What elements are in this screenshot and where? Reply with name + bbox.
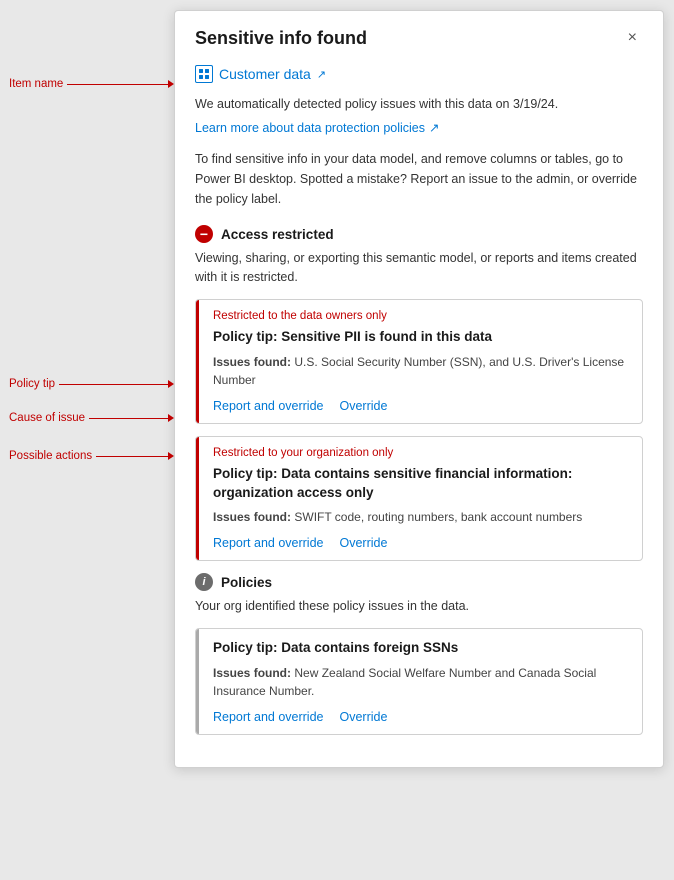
policies-issues-found: Issues found: New Zealand Social Welfare… [213,664,628,700]
policy-tip-title-2: Policy tip: Data contains sensitive fina… [213,465,628,503]
auto-detect-text: We automatically detected policy issues … [195,95,643,114]
report-override-link-3[interactable]: Report and override [213,710,323,724]
access-restricted-header: Access restricted [195,225,643,243]
policies-card: Policy tip: Data contains foreign SSNs I… [195,628,643,735]
cause-annotation: Cause of issue [9,412,85,424]
restriction-label-2: Restricted to your organization only [213,447,628,459]
policy-tip-title-1: Policy tip: Sensitive PII is found in th… [213,328,628,347]
restriction-label-1: Restricted to the data owners only [213,310,628,322]
policy-tip-annotation: Policy tip [9,378,55,390]
item-name-link[interactable]: Customer data [219,66,311,82]
override-link-2[interactable]: Override [339,536,387,550]
override-link-3[interactable]: Override [339,710,387,724]
report-override-link-2[interactable]: Report and override [213,536,323,550]
policy-card-1: Restricted to the data owners only Polic… [195,299,643,424]
item-name-annotation: Item name [9,78,63,90]
learn-more-link[interactable]: Learn more about data protection policie… [195,120,440,135]
info-icon: i [195,573,213,591]
policies-tip-title: Policy tip: Data contains foreign SSNs [213,639,628,658]
panel-header: Sensitive info found × [175,11,663,61]
policy-card-2: Restricted to your organization only Pol… [195,436,643,562]
card-actions-2: Report and override Override [213,536,628,550]
policies-card-actions: Report and override Override [213,710,628,724]
override-link-1[interactable]: Override [339,399,387,413]
issues-found-1: Issues found: U.S. Social Security Numbe… [213,353,628,389]
restricted-icon [195,225,213,243]
close-button[interactable]: × [622,27,643,49]
actions-annotation: Possible actions [9,450,92,462]
report-override-link-1[interactable]: Report and override [213,399,323,413]
panel-title: Sensitive info found [195,28,367,49]
find-desc-text: To find sensitive info in your data mode… [195,149,643,209]
sensitive-info-panel: Sensitive info found × Customer data ↗ W [174,10,664,768]
access-restricted-desc: Viewing, sharing, or exporting this sema… [195,249,643,287]
policies-section: i Policies Your org identified these pol… [195,573,643,735]
policies-title: Policies [221,575,272,590]
item-name-row: Customer data ↗ [195,61,643,95]
access-restricted-title: Access restricted [221,227,334,242]
policies-header: i Policies [195,573,643,591]
issues-found-2: Issues found: SWIFT code, routing number… [213,508,628,526]
item-icon [195,65,213,83]
policies-desc: Your org identified these policy issues … [195,597,643,616]
external-link-icon[interactable]: ↗ [317,68,326,81]
learn-external-icon: ↗ [429,120,439,135]
card-actions-1: Report and override Override [213,399,628,413]
panel-body: Customer data ↗ We automatically detecte… [175,61,663,767]
